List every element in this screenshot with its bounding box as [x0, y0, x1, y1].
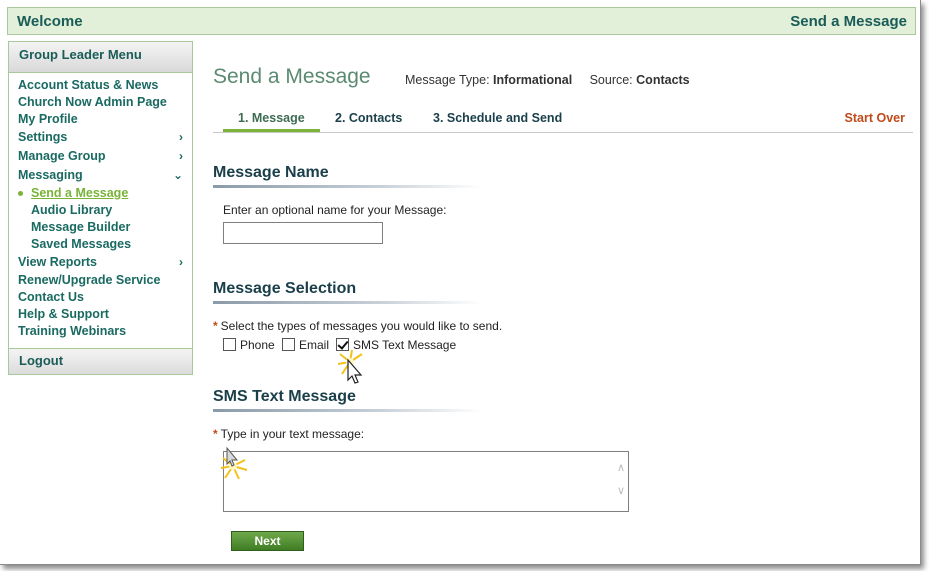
heading-underline — [213, 185, 483, 188]
scroll-down-icon[interactable]: ∨ — [617, 484, 625, 497]
sidebar-item-view-reports[interactable]: View Reports › — [18, 253, 188, 272]
tab-message[interactable]: 1. Message — [238, 111, 305, 125]
page-title: Send a Message — [213, 65, 371, 88]
sidebar-item-saved-messages[interactable]: Saved Messages — [18, 236, 188, 253]
sidebar-item-settings[interactable]: Settings › — [18, 128, 188, 147]
sidebar-item-label: Message Builder — [31, 220, 131, 234]
sidebar-item-account-status[interactable]: Account Status & News — [18, 77, 188, 94]
required-asterisk: * — [213, 427, 218, 441]
click-indicator-icon — [220, 446, 248, 480]
sidebar-item-help-support[interactable]: Help & Support — [18, 306, 188, 323]
chevron-down-icon: ⌄ — [172, 168, 183, 182]
email-checkbox[interactable] — [282, 338, 295, 351]
section-heading-message-selection: Message Selection — [213, 280, 483, 304]
sidebar-item-label: Church Now Admin Page — [18, 95, 167, 109]
wizard-steps: 1. Message 2. Contacts 3. Schedule and S… — [213, 108, 913, 133]
sidebar-item-my-profile[interactable]: My Profile — [18, 111, 188, 128]
source-value: Contacts — [636, 73, 690, 87]
sidebar-item-label: Manage Group — [18, 149, 106, 163]
sidebar-item-message-builder[interactable]: Message Builder — [18, 219, 188, 236]
sidebar-item-renew-upgrade[interactable]: Renew/Upgrade Service — [18, 272, 188, 289]
phone-checkbox-label[interactable]: Phone — [240, 338, 275, 352]
sidebar-item-label: My Profile — [18, 112, 78, 126]
message-name-input[interactable] — [223, 222, 383, 244]
source-label: Source: — [589, 73, 633, 87]
welcome-label: Welcome — [17, 13, 83, 30]
sidebar-item-messaging[interactable]: Messaging ⌄ — [18, 166, 188, 185]
message-meta: Message Type: Informational Source: Cont… — [405, 73, 690, 87]
section-heading-text: SMS Text Message — [213, 388, 356, 405]
sms-text-area[interactable]: ∧ ∨ — [223, 451, 629, 512]
heading-underline — [213, 301, 483, 304]
sidebar-item-training-webinars[interactable]: Training Webinars — [18, 323, 188, 340]
sidebar-item-contact-us[interactable]: Contact Us — [18, 289, 188, 306]
phone-checkbox[interactable] — [223, 338, 236, 351]
sidebar-item-label: Audio Library — [31, 203, 113, 217]
sidebar-title: Group Leader Menu — [9, 42, 192, 73]
sidebar-item-audio-library[interactable]: Audio Library — [18, 202, 188, 219]
section-heading-message-name: Message Name — [213, 164, 483, 188]
sidebar-item-label: Settings — [18, 130, 68, 144]
sidebar-item-label: Saved Messages — [31, 237, 132, 251]
chevron-right-icon: › — [179, 149, 183, 163]
active-tab-indicator — [223, 129, 320, 132]
section-heading-text: Message Selection — [213, 280, 357, 297]
chevron-right-icon: › — [179, 255, 183, 269]
sidebar-item-label: Contact Us — [18, 290, 84, 304]
top-header-bar: Welcome Send a Message — [7, 7, 916, 35]
message-types-prompt: * Select the types of messages you would … — [213, 319, 502, 333]
message-types-prompt-text: Select the types of messages you would l… — [220, 319, 503, 333]
active-bullet-icon — [18, 191, 23, 196]
section-heading-text: Message Name — [213, 164, 329, 181]
section-heading-sms-text-message: SMS Text Message — [213, 388, 483, 412]
next-button[interactable]: Next — [231, 531, 304, 551]
required-asterisk: * — [213, 319, 218, 333]
sidebar-item-label: Messaging — [18, 168, 83, 182]
sidebar-item-send-message[interactable]: Send a Message — [18, 185, 188, 202]
tab-schedule-and-send[interactable]: 3. Schedule and Send — [433, 111, 562, 125]
sms-prompt: * Type in your text message: — [213, 427, 364, 441]
message-name-prompt: Enter an optional name for your Message: — [223, 203, 447, 217]
sidebar-item-manage-group[interactable]: Manage Group › — [18, 147, 188, 166]
sidebar-item-label: View Reports — [18, 255, 97, 269]
sidebar-item-label: Send a Message — [31, 186, 129, 200]
message-type-value: Informational — [493, 73, 573, 87]
email-checkbox-label[interactable]: Email — [299, 338, 329, 352]
message-type-label: Message Type: — [405, 73, 490, 87]
sidebar-item-label: Training Webinars — [18, 324, 127, 338]
sidebar-item-label: Renew/Upgrade Service — [18, 273, 161, 287]
start-over-link[interactable]: Start Over — [845, 111, 905, 125]
heading-underline — [213, 409, 483, 412]
sidebar-item-label: Account Status & News — [18, 78, 159, 92]
click-indicator-icon — [337, 349, 363, 384]
sidebar-menu: Group Leader Menu Account Status & News … — [8, 41, 193, 375]
logout-button[interactable]: Logout — [9, 348, 192, 374]
tab-contacts[interactable]: 2. Contacts — [335, 111, 402, 125]
current-page-label: Send a Message — [790, 13, 907, 30]
chevron-right-icon: › — [179, 130, 183, 144]
sidebar-item-label: Help & Support — [18, 307, 109, 321]
sms-prompt-text: Type in your text message: — [220, 427, 365, 441]
sidebar-nav: Account Status & News Church Now Admin P… — [18, 77, 188, 340]
scroll-up-icon[interactable]: ∧ — [617, 461, 625, 474]
sidebar-item-admin-page[interactable]: Church Now Admin Page — [18, 94, 188, 111]
